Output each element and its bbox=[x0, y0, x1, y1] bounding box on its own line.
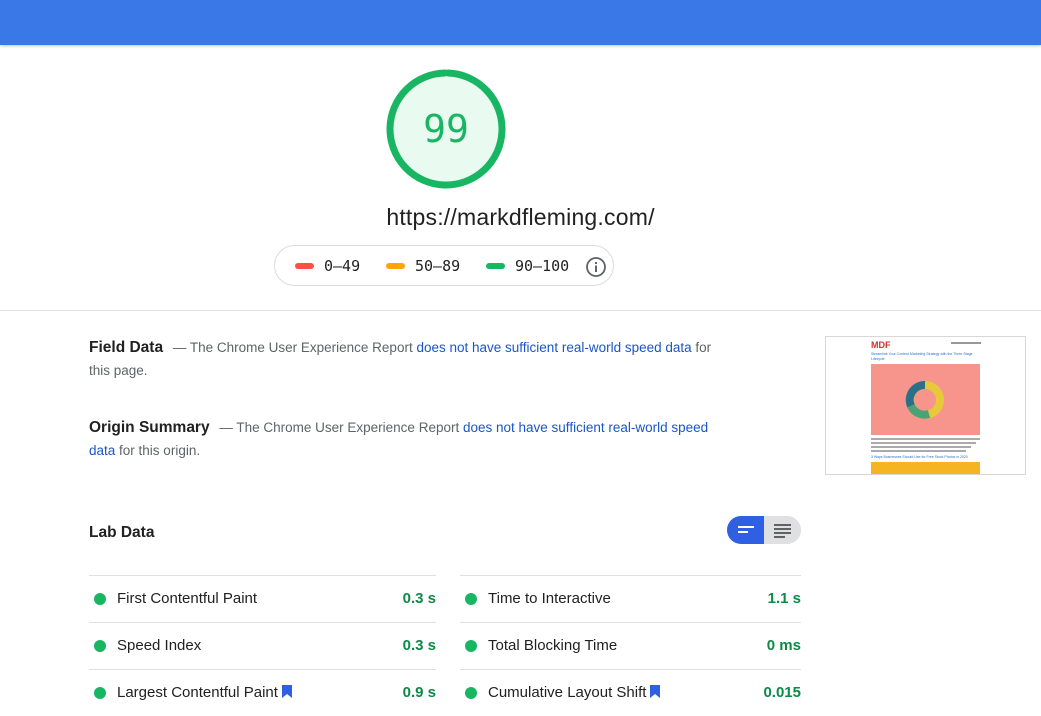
metric-value: 0.3 s bbox=[402, 590, 436, 607]
metrics-right-column: Time to Interactive 1.1 s Total Blocking… bbox=[460, 575, 801, 716]
metric-row: Largest Contentful Paint 0.9 s bbox=[89, 669, 436, 716]
legend-item-average: 50–89 bbox=[386, 246, 460, 287]
top-app-bar bbox=[0, 0, 1041, 45]
metric-row: Cumulative Layout Shift 0.015 bbox=[460, 669, 801, 716]
text-view-icon bbox=[774, 524, 791, 538]
info-icon[interactable] bbox=[585, 256, 607, 278]
metric-label-with-bookmark: Largest Contentful Paint bbox=[117, 670, 292, 715]
origin-summary-prefix: — The Chrome User Experience Report bbox=[219, 420, 460, 435]
thumbnail-text-line bbox=[871, 442, 976, 444]
metric-row: Total Blocking Time 0 ms bbox=[460, 622, 801, 669]
metrics-left-column: First Contentful Paint 0.3 s Speed Index… bbox=[89, 575, 436, 716]
field-data-link[interactable]: does not have sufficient real-world spee… bbox=[416, 340, 691, 355]
pass-dot-icon bbox=[465, 687, 477, 699]
lab-data-title: Lab Data bbox=[89, 524, 155, 541]
metric-label-text: Largest Contentful Paint bbox=[117, 684, 278, 701]
pass-swatch-icon bbox=[486, 262, 505, 269]
pass-dot-icon bbox=[94, 593, 106, 605]
performance-score-gauge: 99 bbox=[385, 68, 507, 190]
origin-summary-title: Origin Summary bbox=[89, 419, 210, 436]
metric-value: 0.3 s bbox=[402, 637, 436, 654]
thumbnail-text-line bbox=[871, 450, 966, 452]
performance-score-value: 99 bbox=[423, 107, 469, 151]
list-view-button[interactable] bbox=[727, 516, 764, 544]
text-view-button[interactable] bbox=[764, 516, 801, 544]
tested-url: https://markdfleming.com/ bbox=[386, 204, 655, 230]
metric-label: Total Blocking Time bbox=[488, 637, 618, 654]
pass-dot-icon bbox=[94, 687, 106, 699]
legend-item-pass: 90–100 bbox=[486, 246, 569, 287]
bookmark-icon[interactable] bbox=[650, 684, 661, 698]
pass-dot-icon bbox=[465, 640, 477, 652]
list-view-icon bbox=[738, 526, 754, 533]
metric-label-text: Cumulative Layout Shift bbox=[488, 684, 647, 701]
metric-value: 1.1 s bbox=[767, 590, 801, 607]
thumbnail-nav-bar bbox=[951, 342, 981, 344]
origin-summary-suffix: for this origin. bbox=[119, 443, 201, 458]
metric-value: 0 ms bbox=[766, 637, 801, 654]
legend-item-fail: 0–49 bbox=[295, 246, 360, 287]
legend-label-average: 50–89 bbox=[415, 257, 461, 275]
thumbnail-text-line bbox=[871, 438, 980, 440]
section-divider bbox=[0, 310, 1041, 311]
thumbnail-hero-image bbox=[871, 364, 980, 435]
pass-dot-icon bbox=[94, 640, 106, 652]
view-toggle[interactable] bbox=[727, 516, 801, 544]
metric-label: Speed Index bbox=[117, 637, 202, 654]
average-swatch-icon bbox=[386, 262, 405, 269]
thumbnail-headline: Streamline Your Content Marketing Strate… bbox=[871, 352, 973, 361]
thumbnail-donut-chart-icon bbox=[905, 381, 944, 419]
legend-label-fail: 0–49 bbox=[324, 257, 361, 275]
legend-label-pass: 90–100 bbox=[515, 257, 570, 275]
thumbnail-logo: MDF bbox=[871, 340, 891, 350]
metric-label: Time to Interactive bbox=[488, 590, 611, 607]
metric-row: Time to Interactive 1.1 s bbox=[460, 575, 801, 622]
field-data-section: Field Data — The Chrome User Experience … bbox=[89, 336, 734, 382]
metric-row: Speed Index 0.3 s bbox=[89, 622, 436, 669]
field-data-title: Field Data bbox=[89, 339, 164, 356]
thumbnail-second-image bbox=[871, 462, 980, 474]
origin-summary-section: Origin Summary — The Chrome User Experie… bbox=[89, 416, 734, 462]
metric-value: 0.9 s bbox=[402, 684, 436, 701]
fail-swatch-icon bbox=[295, 262, 314, 269]
bookmark-icon[interactable] bbox=[281, 684, 292, 698]
metric-label: First Contentful Paint bbox=[117, 590, 258, 607]
score-scale-legend: 0–49 50–89 90–100 bbox=[274, 245, 614, 286]
field-data-prefix: — The Chrome User Experience Report bbox=[172, 340, 413, 355]
metric-row: First Contentful Paint 0.3 s bbox=[89, 575, 436, 622]
page-screenshot-thumbnail[interactable]: MDF Streamline Your Content Marketing St… bbox=[825, 336, 1026, 475]
metric-label-with-bookmark: Cumulative Layout Shift bbox=[488, 670, 661, 715]
thumbnail-text-line bbox=[871, 446, 971, 448]
pass-dot-icon bbox=[465, 593, 477, 605]
metric-value: 0.015 bbox=[763, 684, 801, 701]
thumbnail-subhead: 3 Ways Businesses Should Use for Free St… bbox=[871, 455, 968, 459]
